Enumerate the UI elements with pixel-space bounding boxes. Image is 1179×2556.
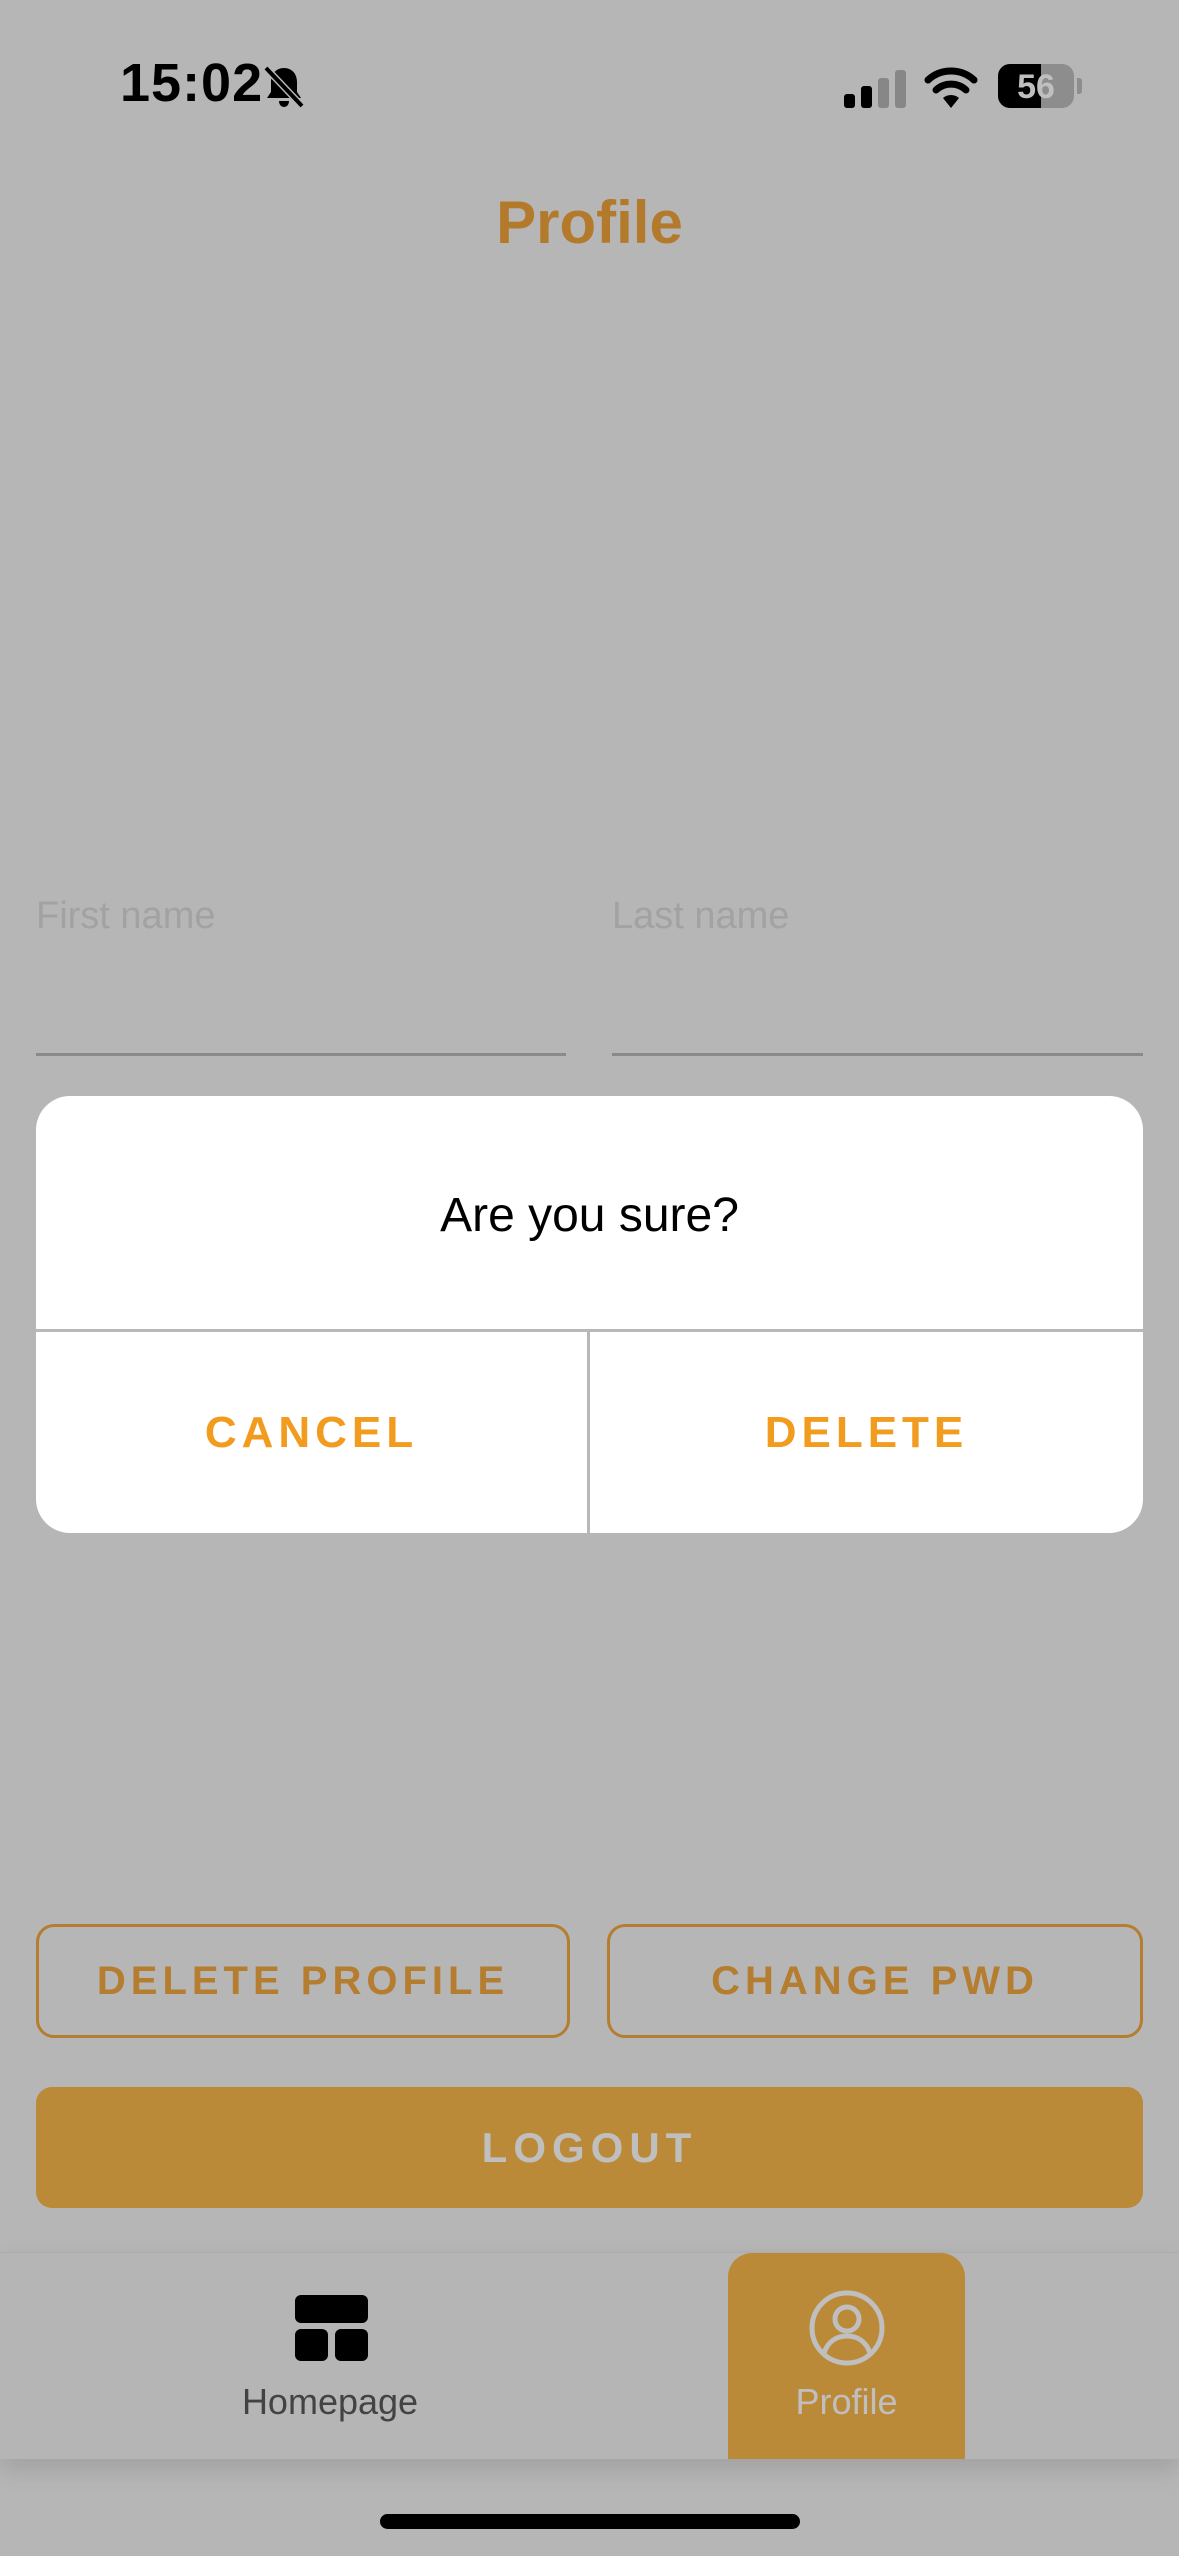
dialog-message: Are you sure?	[440, 1189, 739, 1242]
confirm-dialog: Are you sure? CANCEL DELETE	[36, 1096, 1143, 1533]
cancel-button[interactable]: CANCEL	[36, 1332, 587, 1533]
delete-button[interactable]: DELETE	[590, 1332, 1143, 1533]
